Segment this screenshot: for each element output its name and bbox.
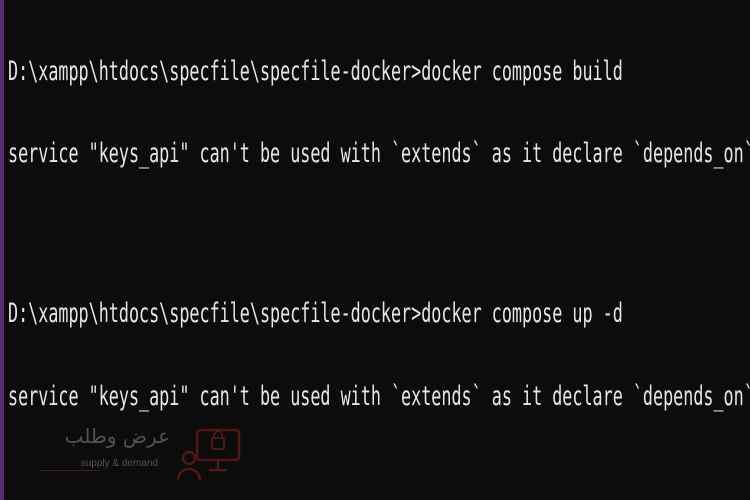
terminal-error-line: service "keys_api" can't be used with `e…: [8, 381, 750, 412]
terminal-command-line: D:\xampp\htdocs\specfile\specfile-docker…: [8, 298, 623, 329]
terminal-error-line: service "keys_api" can't be used with `e…: [8, 138, 750, 169]
watermark-divider: [40, 470, 100, 471]
watermark-logo: عرض وطلب supply & demand: [40, 424, 250, 484]
terminal-command-line: D:\xampp\htdocs\specfile\specfile-docker…: [8, 56, 623, 87]
watermark-arabic-text: عرض وطلب: [64, 424, 170, 448]
shop-person-icon: [176, 428, 241, 481]
watermark-subtitle: supply & demand: [80, 458, 158, 469]
